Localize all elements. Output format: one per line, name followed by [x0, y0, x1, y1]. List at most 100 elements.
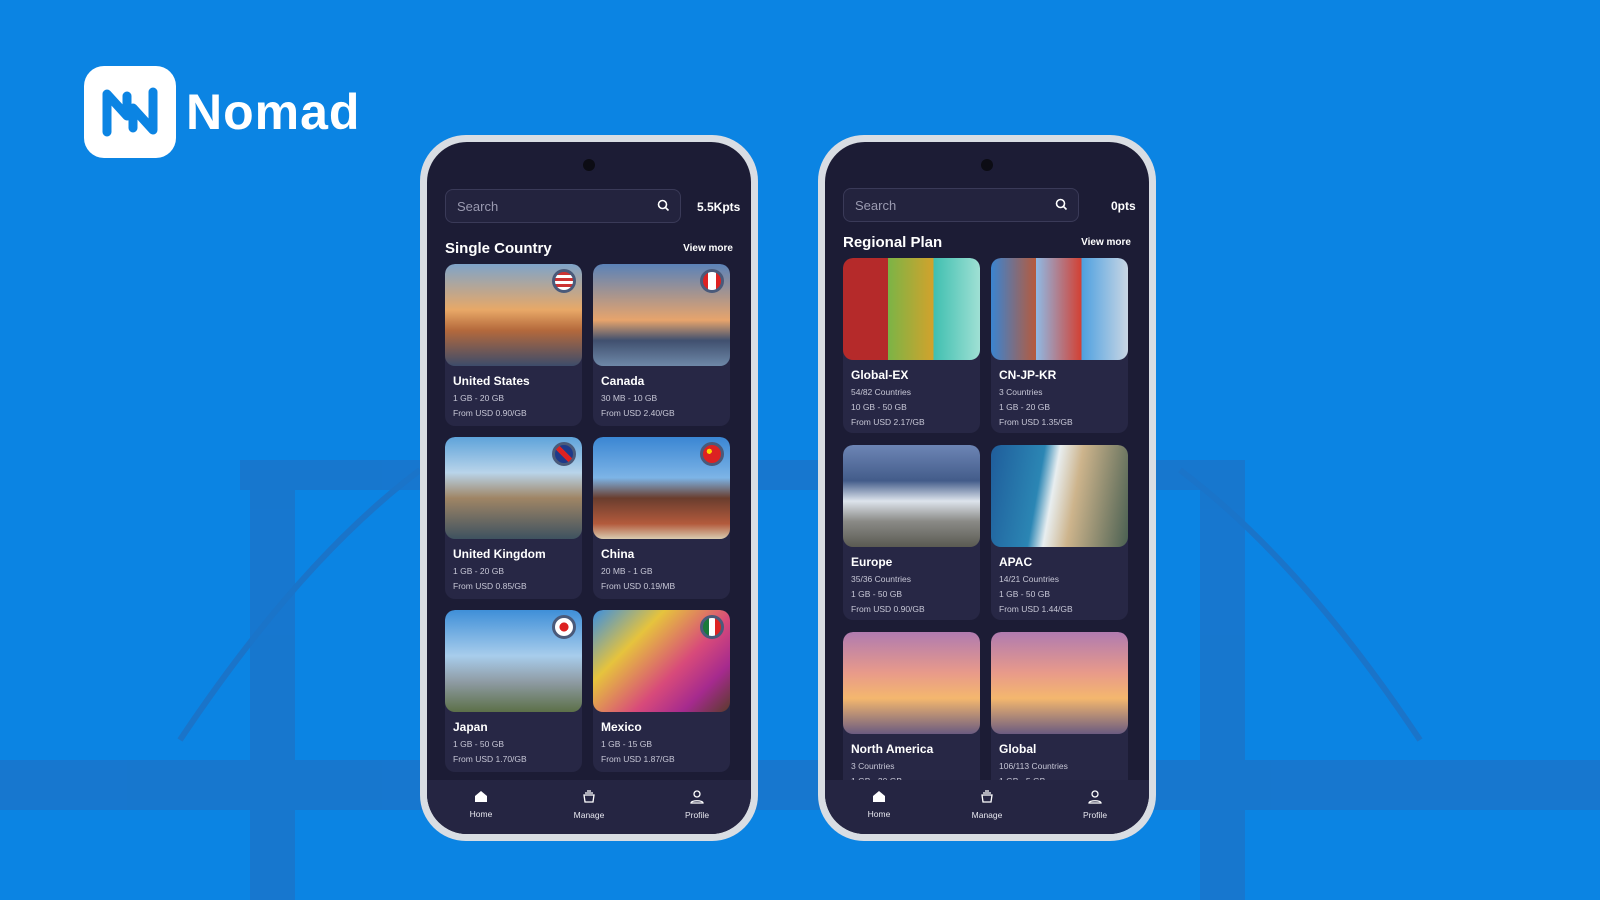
bottom-nav: Home Manage Profile [427, 780, 751, 834]
plan-detail: 1 GB - 50 GB [851, 589, 903, 599]
nav-manage[interactable]: Manage [957, 790, 1017, 834]
plan-detail: 30 MB - 10 GB [601, 393, 658, 403]
brand-logo: Nomad [84, 66, 360, 158]
plan-detail: 20 MB - 1 GB [601, 566, 653, 576]
plan-detail: From USD 1.35/GB [999, 417, 1073, 427]
destination-image [991, 632, 1128, 734]
home-icon [872, 790, 886, 805]
nav-manage[interactable]: Manage [559, 790, 619, 834]
destination-image [843, 445, 980, 547]
manage-icon [979, 790, 995, 806]
plan-title: Global [999, 742, 1037, 756]
search-icon[interactable] [1055, 198, 1068, 211]
view-more-link[interactable]: View more [1081, 237, 1131, 248]
plan-detail: From USD 2.17/GB [851, 417, 925, 427]
nav-profile[interactable]: Profile [667, 790, 727, 834]
nomad-logo-icon [84, 66, 176, 158]
plan-title: Canada [601, 374, 645, 388]
plan-detail: 1 GB - 20 GB [999, 402, 1051, 412]
nav-label: Manage [971, 810, 1003, 820]
search-input[interactable]: Search [843, 188, 1079, 222]
search-input[interactable]: Search [445, 189, 681, 223]
plan-detail: 10 GB - 50 GB [851, 402, 907, 412]
us-flag-icon [552, 269, 576, 293]
china-flag-icon [700, 442, 724, 466]
japan-flag-icon [552, 615, 576, 639]
destination-image [991, 445, 1128, 547]
plan-card-japan[interactable]: Japan 1 GB - 50 GB From USD 1.70/GB [445, 610, 582, 772]
plan-card-canada[interactable]: Canada 30 MB - 10 GB From USD 2.40/GB [593, 264, 730, 426]
section-title: Single Country [445, 240, 552, 257]
plan-detail: From USD 0.90/GB [851, 604, 925, 614]
phone-regional-plan: Search 0pts Regional Plan View more Glob… [818, 135, 1156, 841]
profile-icon [1088, 790, 1102, 806]
plan-card-china[interactable]: China 20 MB - 1 GB From USD 0.19/MB [593, 437, 730, 599]
nav-home[interactable]: Home [451, 790, 511, 834]
plan-title: Global-EX [851, 368, 909, 382]
plan-title: Mexico [601, 720, 642, 734]
phone-screen: Search 5.5Kpts Single Country View more … [427, 142, 751, 834]
points-balance[interactable]: 0pts [1111, 199, 1136, 213]
points-balance[interactable]: 5.5Kpts [697, 200, 740, 214]
destination-image [843, 258, 980, 360]
nav-label: Home [867, 809, 891, 819]
nav-label: Home [469, 809, 493, 819]
destination-image [991, 258, 1128, 360]
plan-detail: From USD 0.19/MB [601, 581, 676, 591]
plan-detail: From USD 0.90/GB [453, 408, 527, 418]
plan-detail: 54/82 Countries [851, 387, 912, 397]
profile-icon [690, 790, 704, 806]
brand-name: Nomad [186, 84, 361, 140]
plan-card-cn-jp-kr[interactable]: CN-JP-KR 3 Countries 1 GB - 20 GB From USD … [991, 258, 1128, 433]
home-icon [474, 790, 488, 805]
plan-detail: 1 GB - 15 GB [601, 739, 653, 749]
phone-screen: Search 0pts Regional Plan View more Glob… [825, 142, 1149, 834]
nav-label: Manage [573, 810, 605, 820]
plan-title: APAC [999, 555, 1033, 569]
nav-profile[interactable]: Profile [1065, 790, 1125, 834]
view-more-link[interactable]: View more [683, 243, 733, 254]
uk-flag-icon [552, 442, 576, 466]
plan-title: CN-JP-KR [999, 368, 1057, 382]
canada-flag-icon [700, 269, 724, 293]
plan-detail: 35/36 Countries [851, 574, 912, 584]
camera [981, 159, 993, 171]
bottom-nav: Home Manage Profile [825, 780, 1149, 834]
nav-label: Profile [1082, 810, 1108, 820]
nav-label: Profile [684, 810, 710, 820]
manage-icon [581, 790, 597, 806]
plan-detail: From USD 1.44/GB [999, 604, 1073, 614]
plan-detail: 1 GB - 50 GB [999, 589, 1051, 599]
search-icon[interactable] [657, 199, 670, 212]
search-placeholder: Search [855, 198, 897, 213]
plan-title: North America [851, 742, 934, 756]
section-title: Regional Plan [843, 234, 943, 251]
plan-title: Europe [851, 555, 893, 569]
plan-detail: 1 GB - 20 GB [453, 566, 505, 576]
plan-detail: 14/21 Countries [999, 574, 1060, 584]
plan-card-apac[interactable]: APAC 14/21 Countries 1 GB - 50 GB From USD … [991, 445, 1128, 620]
destination-image [843, 632, 980, 734]
plan-detail: 1 GB - 20 GB [453, 393, 505, 403]
plan-title: United Kingdom [453, 547, 546, 561]
plan-detail: 3 Countries [851, 761, 895, 771]
mexico-flag-icon [700, 615, 724, 639]
plan-title: Japan [453, 720, 488, 734]
plan-detail: 3 Countries [999, 387, 1043, 397]
plan-title: China [601, 547, 635, 561]
plan-card-europe[interactable]: Europe 35/36 Countries 1 GB - 50 GB From US… [843, 445, 980, 620]
plan-detail: From USD 0.85/GB [453, 581, 527, 591]
plan-detail: 1 GB - 50 GB [453, 739, 505, 749]
plan-card-united-states[interactable]: United States 1 GB - 20 GB From USD 0.90/G… [445, 264, 582, 426]
search-placeholder: Search [457, 199, 499, 214]
phone-single-country: Search 5.5Kpts Single Country View more … [420, 135, 758, 841]
camera [583, 159, 595, 171]
plan-card-united-kingdom[interactable]: United Kingdom 1 GB - 20 GB From USD 0.85/… [445, 437, 582, 599]
plan-title: United States [453, 374, 530, 388]
plan-detail: 106/113 Countries [999, 761, 1068, 771]
plan-card-global-ex[interactable]: Global-EX 54/82 Countries 10 GB - 50 GB Fro… [843, 258, 980, 433]
plan-card-mexico[interactable]: Mexico 1 GB - 15 GB From USD 1.87/GB [593, 610, 730, 772]
plan-detail: From USD 1.70/GB [453, 754, 527, 764]
nav-home[interactable]: Home [849, 790, 909, 834]
plan-detail: From USD 2.40/GB [601, 408, 675, 418]
